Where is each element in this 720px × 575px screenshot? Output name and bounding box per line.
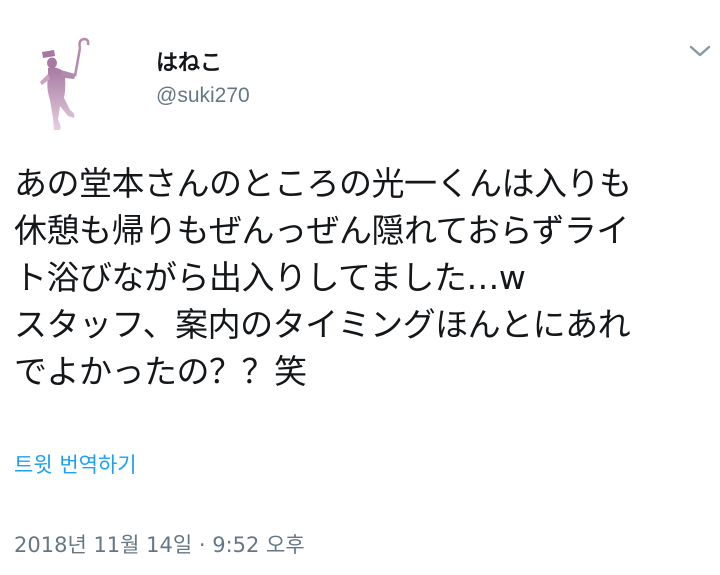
dancing-silhouette-avatar-icon bbox=[40, 37, 90, 130]
user-info: はねこ @suki270 bbox=[156, 50, 250, 110]
tweet-menu-button[interactable] bbox=[688, 42, 712, 60]
user-handle[interactable]: @suki270 bbox=[156, 82, 250, 110]
tweet-text: あの堂本さんのところの光一くんは入りも 休憩も帰りもぜんっぜん隠れておらずライ … bbox=[14, 164, 632, 391]
avatar[interactable] bbox=[28, 30, 138, 140]
tweet-timestamp[interactable]: 2018년 11월 14일 · 9:52 오후 bbox=[14, 530, 305, 560]
translate-tweet-link[interactable]: 트윗 번역하기 bbox=[14, 450, 137, 480]
display-name[interactable]: はねこ bbox=[156, 50, 250, 78]
chevron-down-icon bbox=[689, 45, 711, 57]
tweet-card: はねこ @suki270 あの堂本さんのところの光一くんは入りも 休憩も帰りもぜ… bbox=[0, 0, 720, 575]
